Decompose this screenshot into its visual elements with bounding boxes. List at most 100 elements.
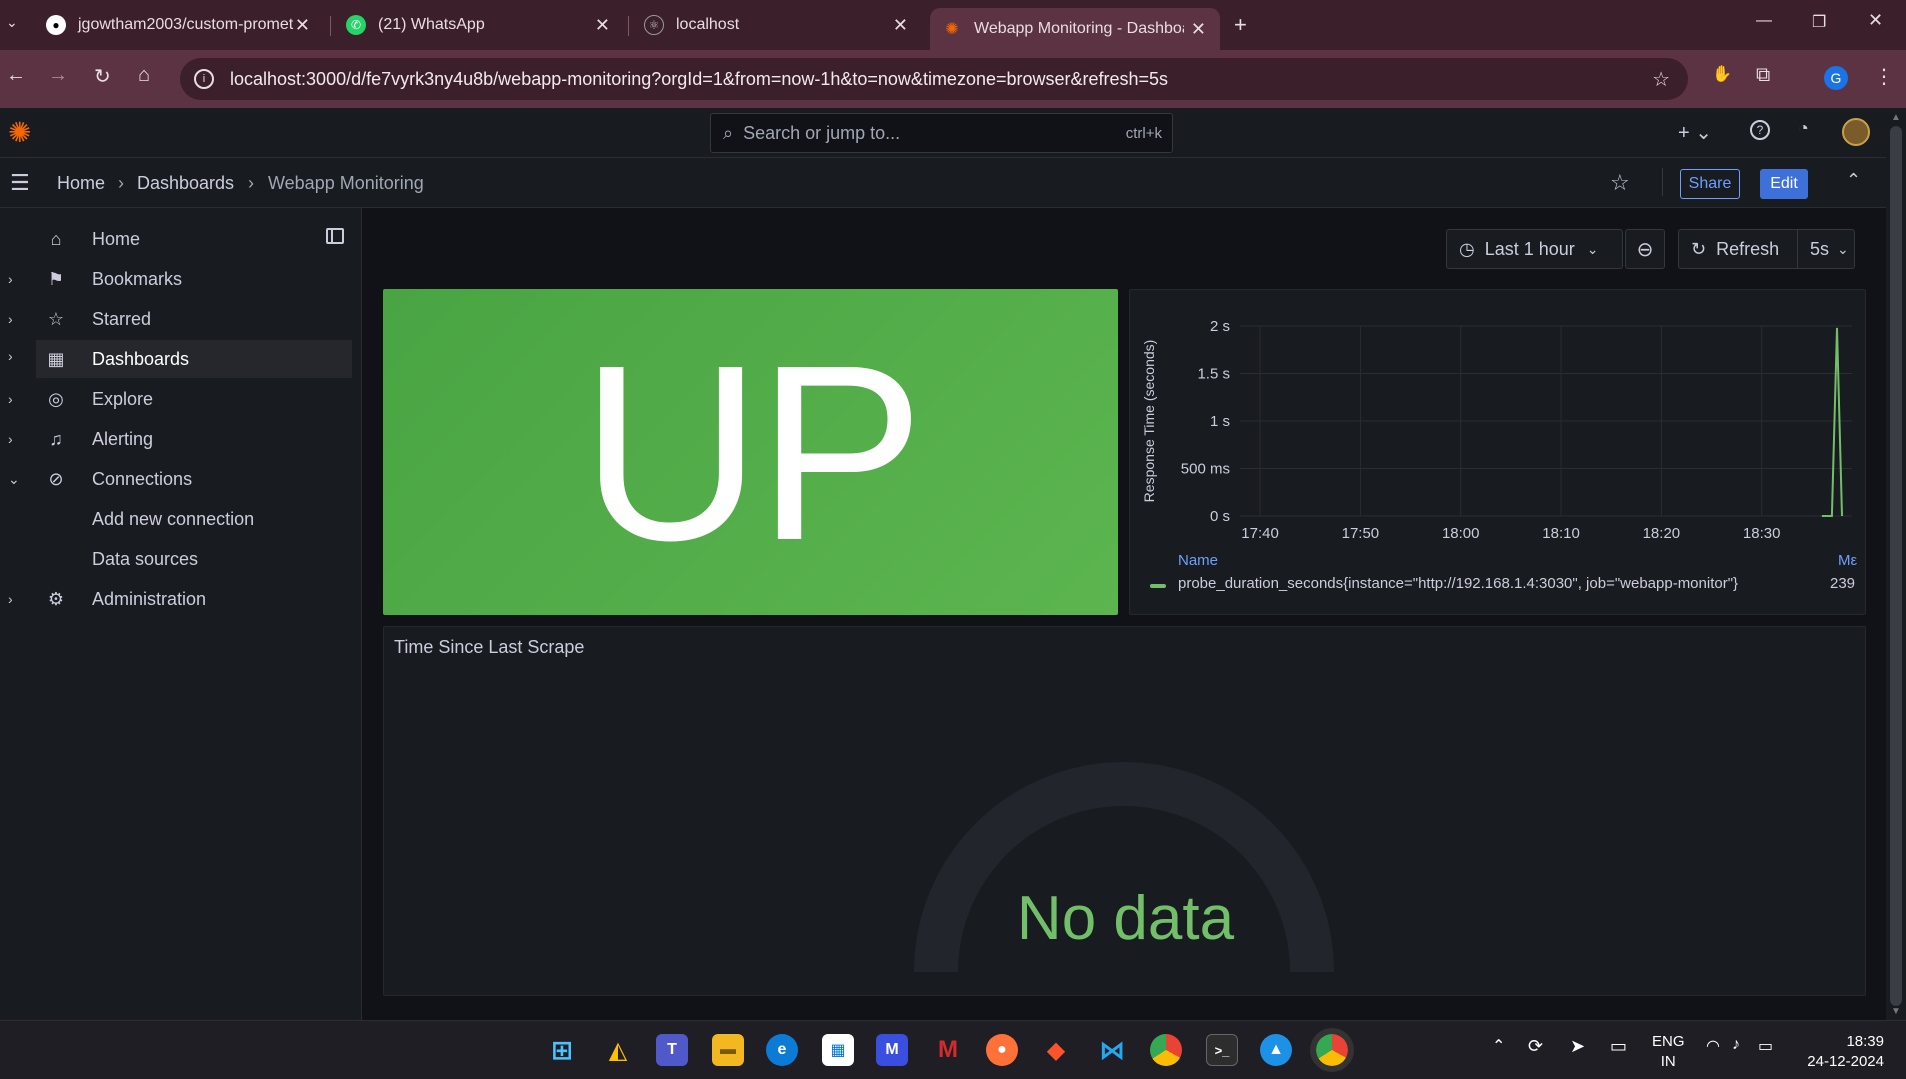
language-indicator[interactable]: ENG IN: [1652, 1032, 1685, 1072]
browser-menu-icon[interactable]: ⋮: [1874, 64, 1894, 89]
tray-chevron-up-icon[interactable]: ⌃: [1492, 1036, 1505, 1056]
bookmark-star-icon[interactable]: ☆: [1652, 67, 1670, 92]
microsoft-store-icon[interactable]: ▦: [822, 1034, 854, 1066]
firefox-icon[interactable]: ●: [986, 1034, 1018, 1066]
new-tab-icon[interactable]: +: [1234, 12, 1247, 38]
time-range-picker[interactable]: ◷ Last 1 hour ⌄: [1446, 229, 1623, 269]
sidebar-item-dashboards[interactable]: ▦ Dashboards: [36, 340, 352, 378]
terminal-icon[interactable]: >_: [1206, 1034, 1238, 1066]
help-icon[interactable]: ?: [1750, 120, 1770, 140]
sidebar-item-label: Alerting: [92, 428, 154, 449]
profile-avatar[interactable]: G: [1824, 66, 1848, 90]
windows-start-icon[interactable]: ⊞: [546, 1034, 578, 1066]
sidebar-item-label: Bookmarks: [92, 268, 183, 289]
sidebar-item-add-new-connection[interactable]: Add new connection: [0, 500, 352, 538]
display-icon[interactable]: ▭: [1610, 1036, 1627, 1057]
sync-icon[interactable]: ⟳: [1528, 1036, 1543, 1057]
sidebar-item-starred[interactable]: › ☆ Starred: [0, 300, 352, 338]
sidebar-item-home[interactable]: ⌂ Home: [0, 220, 352, 258]
chrome-icon[interactable]: [1150, 1034, 1182, 1066]
home-browser-icon[interactable]: ⌂: [138, 64, 150, 87]
clock-icon: ◷: [1459, 238, 1475, 259]
legend-series-name[interactable]: probe_duration_seconds{instance="http://…: [1178, 575, 1738, 592]
window-close-icon[interactable]: ✕: [1868, 10, 1883, 31]
app-m-icon[interactable]: M: [876, 1034, 908, 1066]
chevron-down-icon[interactable]: ⌄: [8, 471, 20, 488]
chrome-active-icon[interactable]: [1310, 1028, 1354, 1072]
close-icon[interactable]: ✕: [295, 15, 310, 36]
location-icon[interactable]: ➤: [1570, 1036, 1585, 1057]
legend-header-mean[interactable]: Mε: [1838, 552, 1862, 569]
grafana-logo-icon[interactable]: ✺: [8, 118, 38, 148]
link-icon: ⊘: [48, 468, 64, 489]
edge-icon[interactable]: e: [766, 1034, 798, 1066]
news-rss-icon[interactable]: ◔: [1798, 118, 1809, 139]
sidebar-item-data-sources[interactable]: Data sources: [0, 540, 352, 578]
chevron-right-icon[interactable]: ›: [8, 591, 13, 607]
close-icon[interactable]: ✕: [893, 15, 908, 36]
browser-tab-whatsapp[interactable]: ✆ (21) WhatsApp ✕: [334, 8, 624, 42]
close-icon[interactable]: ✕: [595, 15, 610, 36]
brave-icon[interactable]: ◆: [1040, 1034, 1072, 1066]
chevron-right-icon[interactable]: ›: [8, 271, 13, 287]
site-info-icon[interactable]: i: [194, 69, 214, 89]
breadcrumb-dashboards[interactable]: Dashboards: [137, 173, 234, 194]
back-icon[interactable]: ←: [6, 64, 26, 87]
collapse-chevron-up-icon[interactable]: ⌃: [1846, 170, 1861, 191]
close-icon[interactable]: ✕: [1191, 19, 1206, 40]
refresh-button[interactable]: ↻ Refresh: [1678, 229, 1798, 269]
app-triangle-icon[interactable]: ◭: [602, 1034, 634, 1066]
extensions-icon[interactable]: ⧉: [1756, 64, 1770, 87]
restore-icon[interactable]: ❐: [1812, 12, 1826, 32]
legend-header-name[interactable]: Name: [1178, 552, 1218, 569]
sidebar-item-alerting[interactable]: › ♫ Alerting: [0, 420, 352, 458]
url-bar[interactable]: i localhost:3000/d/fe7vyrk3ny4u8b/webapp…: [180, 58, 1688, 100]
x-tick-label: 18:10: [1542, 525, 1580, 542]
refresh-interval-picker[interactable]: 5s ⌄: [1797, 229, 1855, 269]
scrollbar-thumb[interactable]: [1890, 126, 1902, 1006]
scroll-down-icon[interactable]: ▼: [1891, 1006, 1901, 1017]
clock[interactable]: 18:39 24-12-2024: [1800, 1032, 1884, 1072]
minimize-icon[interactable]: —: [1756, 12, 1772, 30]
time-since-last-scrape-panel[interactable]: Time Since Last Scrape No data: [383, 626, 1866, 996]
breadcrumb-home[interactable]: Home: [57, 173, 105, 194]
share-button[interactable]: Share: [1680, 169, 1740, 199]
zoom-out-icon[interactable]: ⊖: [1625, 229, 1665, 269]
user-avatar[interactable]: [1842, 118, 1870, 146]
vscode-icon[interactable]: ⋈: [1096, 1034, 1128, 1066]
forward-icon[interactable]: →: [48, 64, 68, 87]
wifi-icon[interactable]: ◠: [1706, 1036, 1720, 1056]
sidebar-item-bookmarks[interactable]: › ⚑ Bookmarks: [0, 260, 352, 298]
chevron-right-icon[interactable]: ›: [8, 391, 13, 407]
extension-puzzle-faded-icon[interactable]: ✋: [1712, 64, 1732, 84]
browser-tab-localhost[interactable]: ⚛ localhost ✕: [632, 8, 922, 42]
search-input[interactable]: ⌕ Search or jump to... ctrl+k: [710, 113, 1173, 153]
browser-tab-grafana[interactable]: ✺ Webapp Monitoring - Dashboa ✕: [930, 8, 1220, 50]
status-stat-panel[interactable]: UP: [383, 289, 1118, 615]
tab-title: jgowtham2003/custom-promet: [78, 16, 294, 33]
browser-tab-github[interactable]: ● jgowtham2003/custom-promet ✕: [34, 8, 324, 42]
chevron-right-icon[interactable]: ›: [8, 431, 13, 447]
battery-icon[interactable]: ▭: [1758, 1036, 1773, 1056]
page-scrollbar[interactable]: ▲ ▼: [1886, 108, 1906, 1020]
sidebar-item-explore[interactable]: › ◎ Explore: [0, 380, 352, 418]
chevron-right-icon[interactable]: ›: [8, 311, 13, 327]
add-new-icon[interactable]: + ⌄: [1678, 120, 1712, 145]
star-dashboard-icon[interactable]: ☆: [1610, 170, 1630, 196]
tab-list-chevron-icon[interactable]: ⌄: [6, 14, 18, 31]
tab-title: localhost: [676, 16, 740, 33]
response-time-panel[interactable]: 0 s 500 ms 1 s 1.5 s 2 s 17:40 17:50 18:00 18:10…: [1129, 289, 1866, 615]
sidebar-item-connections[interactable]: ⌄ ⊘ Connections: [0, 460, 352, 498]
sidebar-item-label: Dashboards: [92, 348, 190, 369]
edit-button[interactable]: Edit: [1760, 169, 1808, 199]
mcafee-icon[interactable]: M: [932, 1034, 964, 1066]
reload-icon[interactable]: ↻: [94, 64, 111, 89]
teams-icon[interactable]: T: [656, 1034, 688, 1066]
docker-icon[interactable]: ▲: [1260, 1034, 1292, 1066]
menu-hamburger-icon[interactable]: ☰: [10, 170, 30, 196]
sidebar-item-administration[interactable]: › ⚙ Administration: [0, 580, 352, 618]
chevron-right-icon[interactable]: ›: [8, 348, 13, 364]
scroll-up-icon[interactable]: ▲: [1891, 112, 1901, 123]
volume-icon[interactable]: ♪: [1732, 1036, 1740, 1054]
file-explorer-icon[interactable]: ▬: [712, 1034, 744, 1066]
